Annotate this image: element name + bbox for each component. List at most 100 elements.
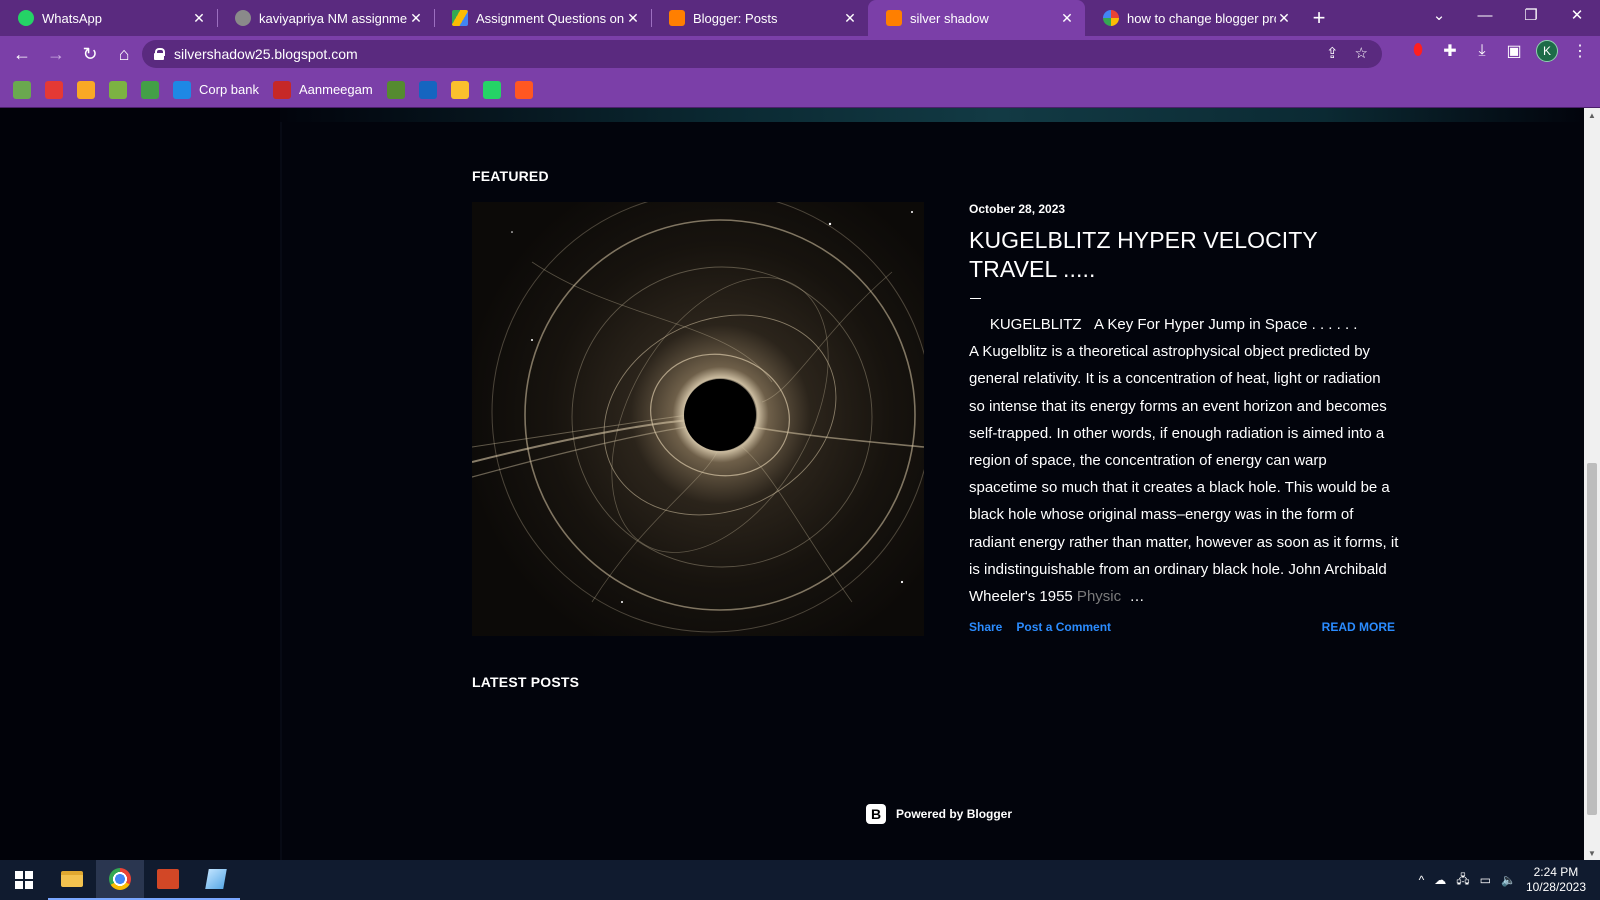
battery-icon[interactable]: ▭: [1480, 873, 1491, 887]
powered-by-text: Powered by Blogger: [896, 807, 1013, 821]
lock-icon[interactable]: [154, 48, 165, 60]
tab-title: silver shadow: [910, 10, 989, 26]
powerpoint-button[interactable]: [144, 860, 192, 900]
post-actions: Share Post a Comment READ MORE: [969, 620, 1395, 634]
close-tab-icon[interactable]: ✕: [842, 10, 858, 27]
bookmark-favicon-icon: [418, 80, 437, 99]
tab-silver-shadow[interactable]: silver shadow ✕: [868, 0, 1085, 36]
bookmarks-bar: Corp bank Aanmeegam: [0, 72, 1600, 108]
bookmark-favicon-icon: [272, 80, 291, 99]
minimize-icon[interactable]: —: [1462, 0, 1508, 30]
bookmark-label: Corp bank: [199, 82, 259, 97]
blogger-logo-icon: [866, 804, 886, 824]
download-icon[interactable]: ⤓: [1472, 41, 1492, 61]
bookmark-favicon-icon: [173, 80, 191, 99]
bookmark-item[interactable]: [45, 80, 63, 99]
title-divider: [970, 298, 981, 299]
show-hidden-icons[interactable]: ^: [1419, 873, 1425, 887]
network-icon[interactable]: 🖧: [1456, 870, 1469, 891]
reload-icon[interactable]: ↻: [74, 38, 106, 70]
volume-icon[interactable]: 🔈: [1501, 873, 1516, 887]
bookmark-favicon-icon: [13, 80, 31, 99]
bookmark-item[interactable]: Aanmeegam: [272, 80, 373, 99]
bookmark-item[interactable]: [418, 80, 437, 99]
tab-kaviyapriya-assignment[interactable]: kaviyapriya NM assignment d ✕: [217, 0, 434, 36]
share-link[interactable]: Share: [969, 620, 1002, 634]
extension-red-icon[interactable]: ⬮: [1408, 41, 1428, 61]
featured-heading: FEATURED: [472, 168, 549, 184]
tab-title: Assignment Questions on Di: [476, 10, 625, 26]
globe-favicon-icon: [235, 10, 251, 26]
tab-strip: WhatsApp ✕ kaviyapriya NM assignment d ✕…: [0, 0, 1600, 36]
post-date: October 28, 2023: [969, 202, 1066, 216]
blogger-favicon-icon: [669, 10, 685, 26]
chrome-taskbar-button[interactable]: [96, 860, 144, 900]
address-bar[interactable]: silvershadow25.blogspot.com ⇪ ☆: [142, 40, 1382, 68]
powerpoint-icon: [157, 869, 179, 889]
scroll-up-icon[interactable]: ▲: [1584, 108, 1600, 122]
tab-whatsapp[interactable]: WhatsApp ✕: [0, 0, 217, 36]
bookmark-star-icon[interactable]: ☆: [1355, 44, 1368, 62]
menu-kebab-icon[interactable]: ⋮: [1570, 41, 1590, 61]
powered-by-blogger[interactable]: Powered by Blogger: [866, 804, 1012, 824]
start-button[interactable]: [0, 860, 48, 900]
restore-icon[interactable]: ❐: [1508, 0, 1554, 30]
close-tab-icon[interactable]: ✕: [191, 10, 207, 27]
featured-post-image[interactable]: [472, 202, 924, 636]
page-scrollbar[interactable]: ▲ ▼: [1584, 108, 1600, 860]
read-more-link[interactable]: READ MORE: [1322, 620, 1395, 634]
bookmark-favicon-icon: [514, 80, 533, 99]
bookmark-label: Aanmeegam: [298, 82, 373, 97]
url-text[interactable]: silvershadow25.blogspot.com: [174, 46, 358, 62]
bookmark-item[interactable]: Corp bank: [173, 80, 259, 99]
notepad-button[interactable]: [192, 860, 240, 900]
black-hole-artwork: [472, 202, 924, 633]
share-page-icon[interactable]: ⇪: [1326, 44, 1339, 62]
close-tab-icon[interactable]: ✕: [1276, 10, 1292, 27]
back-icon[interactable]: ←: [6, 38, 38, 70]
tab-title: kaviyapriya NM assignment d: [259, 10, 408, 26]
windows-logo-icon: [15, 871, 33, 889]
scroll-down-icon[interactable]: ▼: [1584, 846, 1600, 860]
tab-assignment-questions[interactable]: Assignment Questions on Di ✕: [434, 0, 651, 36]
folder-icon: [61, 871, 83, 887]
extensions-area: ⬮ ✚ ⤓ ▣ K ⋮: [1408, 40, 1590, 62]
whatsapp-favicon-icon: [18, 10, 34, 26]
close-tab-icon[interactable]: ✕: [1059, 10, 1075, 27]
scrollbar-thumb[interactable]: [1587, 463, 1597, 815]
file-explorer-button[interactable]: [48, 860, 96, 900]
windows-taskbar: ^ ☁ 🖧 ▭ 🔈 2:24 PM 10/28/2023: [0, 860, 1600, 900]
close-window-icon[interactable]: ✕: [1554, 0, 1600, 30]
home-icon[interactable]: ⌂: [108, 38, 140, 70]
clock[interactable]: 2:24 PM 10/28/2023: [1526, 865, 1586, 895]
bookmark-favicon-icon: [450, 80, 469, 99]
drive-favicon-icon: [452, 10, 468, 26]
bookmark-item[interactable]: [13, 80, 31, 99]
side-panel-icon[interactable]: ▣: [1504, 41, 1524, 61]
post-comment-link[interactable]: Post a Comment: [1016, 620, 1111, 634]
bookmark-item[interactable]: [482, 80, 501, 99]
bookmark-item[interactable]: [141, 80, 159, 99]
latest-posts-heading: LATEST POSTS: [472, 674, 580, 690]
onedrive-icon[interactable]: ☁: [1434, 873, 1446, 887]
bookmark-item[interactable]: [109, 80, 127, 99]
header-image-strip: [280, 108, 1584, 122]
tab-blogger-posts[interactable]: Blogger: Posts ✕: [651, 0, 868, 36]
puzzle-extensions-icon[interactable]: ✚: [1440, 41, 1460, 61]
bookmark-item[interactable]: [450, 80, 469, 99]
close-tab-icon[interactable]: ✕: [625, 10, 641, 27]
post-title[interactable]: KUGELBLITZ HYPER VELOCITY TRAVEL .....: [969, 226, 1399, 284]
tab-search-icon[interactable]: ⌄: [1416, 0, 1462, 30]
bookmark-item[interactable]: [77, 80, 95, 99]
bookmark-item[interactable]: [514, 80, 533, 99]
blogger-favicon-icon: [886, 10, 902, 26]
new-tab-button[interactable]: +: [1302, 0, 1336, 36]
bookmark-item[interactable]: [386, 80, 405, 99]
system-tray: ^ ☁ 🖧 ▭ 🔈 2:24 PM 10/28/2023: [1419, 860, 1586, 900]
tab-google-search[interactable]: how to change blogger profi ✕: [1085, 0, 1302, 36]
clock-date: 10/28/2023: [1525, 880, 1586, 894]
forward-icon[interactable]: →: [40, 38, 72, 70]
profile-avatar[interactable]: K: [1536, 40, 1558, 62]
close-tab-icon[interactable]: ✕: [408, 10, 424, 27]
bookmark-favicon-icon: [141, 80, 159, 99]
